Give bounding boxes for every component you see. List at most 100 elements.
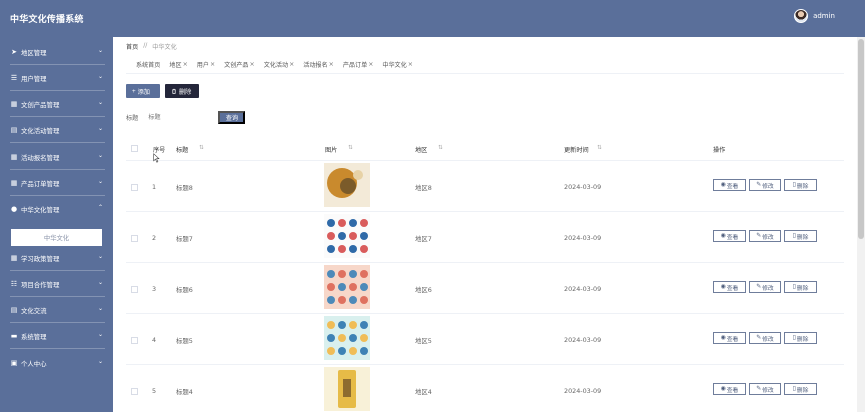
- close-icon[interactable]: ×: [408, 61, 413, 68]
- table-row: 1 标题8 地区8 2024-03-09 ◉ 查看 ✎ 修改 ▯ 删除: [126, 160, 844, 211]
- column-header[interactable]: 标题: [176, 145, 188, 154]
- view-button-label: 查看: [726, 183, 739, 190]
- grid-icon: ▦: [10, 152, 18, 161]
- sidebar-item[interactable]: ▤ 文化交流 ⌄: [0, 297, 113, 323]
- sidebar-item-label: 学习政策管理: [21, 254, 60, 263]
- edit-button[interactable]: ✎ 修改: [749, 383, 781, 395]
- delete-button[interactable]: 删除: [165, 84, 199, 98]
- sort-icon[interactable]: ⇅: [348, 145, 353, 151]
- sidebar-item[interactable]: ▦ 产品订单管理 ⌄: [0, 170, 113, 196]
- tab-label: 产品订单: [342, 61, 368, 69]
- grid-icon: ▦: [10, 99, 18, 108]
- chevron-down-icon: ⌄: [97, 331, 103, 338]
- tab-label: 系统首页: [136, 61, 161, 69]
- card-icon: ▤: [10, 305, 18, 314]
- sidebar-item-label: 活动报名管理: [21, 153, 60, 162]
- row-updated-time: 2024-03-09: [564, 387, 602, 395]
- sidebar-item[interactable]: ➤ 地区管理 ⌄: [0, 39, 113, 65]
- close-icon[interactable]: ×: [183, 61, 188, 68]
- tab-item[interactable]: 产品订单 ×: [343, 60, 374, 69]
- row-delete-button[interactable]: ▯ 删除: [784, 230, 817, 242]
- row-title: 标题4: [176, 388, 193, 396]
- sidebar-item[interactable]: ▤ 文化活动管理 ⌄: [0, 117, 113, 143]
- row-delete-button-label: 删除: [796, 387, 809, 394]
- sidebar-item[interactable]: ☷ 项目合作管理 ⌄: [0, 271, 113, 297]
- edit-icon: ✎: [756, 386, 762, 392]
- tab-item[interactable]: 中华文化 ×: [382, 60, 413, 69]
- sidebar-item[interactable]: ☰ 用户管理 ⌄: [0, 65, 113, 91]
- sidebar-item[interactable]: ● 中华文化管理 ⌃: [0, 196, 113, 222]
- add-button[interactable]: + 添加: [126, 84, 160, 98]
- sliders-icon: ☷: [10, 279, 18, 288]
- edit-button[interactable]: ✎ 修改: [749, 332, 781, 344]
- sidebar-item-label: 地区管理: [21, 48, 47, 57]
- tab-item[interactable]: 文化活动 ×: [264, 60, 295, 69]
- tab-item[interactable]: 文创产品 ×: [224, 60, 255, 69]
- view-button-label: 查看: [726, 387, 739, 394]
- row-checkbox[interactable]: [131, 235, 138, 242]
- tab-item[interactable]: 系统首页: [136, 60, 160, 69]
- select-all-checkbox[interactable]: [131, 145, 138, 152]
- row-delete-button[interactable]: ▯ 删除: [784, 332, 817, 344]
- view-button[interactable]: ◉ 查看: [713, 281, 746, 293]
- breadcrumb-separator: //: [143, 42, 148, 49]
- close-icon[interactable]: ×: [329, 61, 334, 68]
- sort-icon[interactable]: ⇅: [438, 145, 443, 151]
- row-checkbox[interactable]: [131, 337, 138, 344]
- row-delete-button-label: 删除: [796, 285, 809, 292]
- row-index: 5: [152, 387, 157, 395]
- tab-item[interactable]: 地区 ×: [169, 60, 187, 69]
- row-delete-button[interactable]: ▯ 删除: [784, 383, 817, 395]
- user-menu[interactable]: admin: [794, 9, 835, 23]
- sidebar-item[interactable]: ▣ 个人中心 ⌄: [0, 350, 113, 376]
- sort-icon[interactable]: ⇅: [597, 145, 602, 151]
- close-icon[interactable]: ×: [368, 61, 373, 68]
- sort-icon[interactable]: ⇅: [199, 145, 204, 151]
- sidebar-item[interactable]: ▬ 系统管理 ⌄: [0, 323, 113, 349]
- sidebar-item[interactable]: ▦ 文创产品管理 ⌄: [0, 91, 113, 117]
- sidebar-divider: [10, 142, 105, 143]
- row-image: [324, 316, 370, 360]
- tab-item[interactable]: 用户 ×: [197, 60, 215, 69]
- breadcrumb-home[interactable]: 首页: [126, 42, 138, 51]
- close-icon[interactable]: ×: [289, 61, 294, 68]
- sidebar-subitem-active[interactable]: 中华文化: [11, 229, 102, 246]
- sidebar-item[interactable]: ▦ 活动报名管理 ⌄: [0, 144, 113, 170]
- delete-button-label: 删除: [179, 88, 192, 96]
- edit-button[interactable]: ✎ 修改: [749, 230, 781, 242]
- grid-icon: ▦: [10, 178, 18, 187]
- eye-icon: ◉: [720, 233, 726, 239]
- close-icon[interactable]: ×: [250, 61, 255, 68]
- edit-button-label: 修改: [762, 387, 774, 394]
- view-button[interactable]: ◉ 查看: [713, 383, 746, 395]
- column-header[interactable]: 图片: [325, 145, 337, 154]
- row-image: [324, 163, 370, 207]
- view-button[interactable]: ◉ 查看: [713, 179, 746, 191]
- sidebar-item[interactable]: ▦ 学习政策管理 ⌄: [0, 245, 113, 271]
- view-button[interactable]: ◉ 查看: [713, 230, 746, 242]
- edit-button[interactable]: ✎ 修改: [749, 179, 781, 191]
- edit-button-label: 修改: [762, 285, 774, 292]
- column-header[interactable]: 地区: [415, 145, 427, 154]
- avatar[interactable]: [794, 9, 809, 23]
- close-icon[interactable]: ×: [210, 61, 215, 68]
- tab-item[interactable]: 活动报名 ×: [303, 60, 334, 69]
- row-checkbox[interactable]: [131, 286, 138, 293]
- search-input[interactable]: [148, 111, 209, 124]
- scrollbar-thumb[interactable]: [858, 39, 864, 239]
- row-delete-button[interactable]: ▯ 删除: [784, 281, 817, 293]
- row-checkbox[interactable]: [131, 184, 138, 191]
- trash-icon: [172, 88, 176, 94]
- tab-label: 文创产品: [224, 61, 249, 69]
- edit-button[interactable]: ✎ 修改: [749, 281, 781, 293]
- edit-icon: ✎: [756, 182, 762, 188]
- card-icon: ▤: [10, 125, 18, 134]
- row-delete-button[interactable]: ▯ 删除: [784, 179, 817, 191]
- send-icon: ➤: [11, 47, 17, 56]
- search-button[interactable]: 查询: [218, 111, 246, 124]
- row-checkbox[interactable]: [131, 388, 138, 395]
- username[interactable]: admin: [813, 12, 835, 20]
- column-header[interactable]: 更新时间: [564, 145, 589, 154]
- row-delete-button-label: 删除: [796, 336, 809, 343]
- view-button[interactable]: ◉ 查看: [713, 332, 746, 344]
